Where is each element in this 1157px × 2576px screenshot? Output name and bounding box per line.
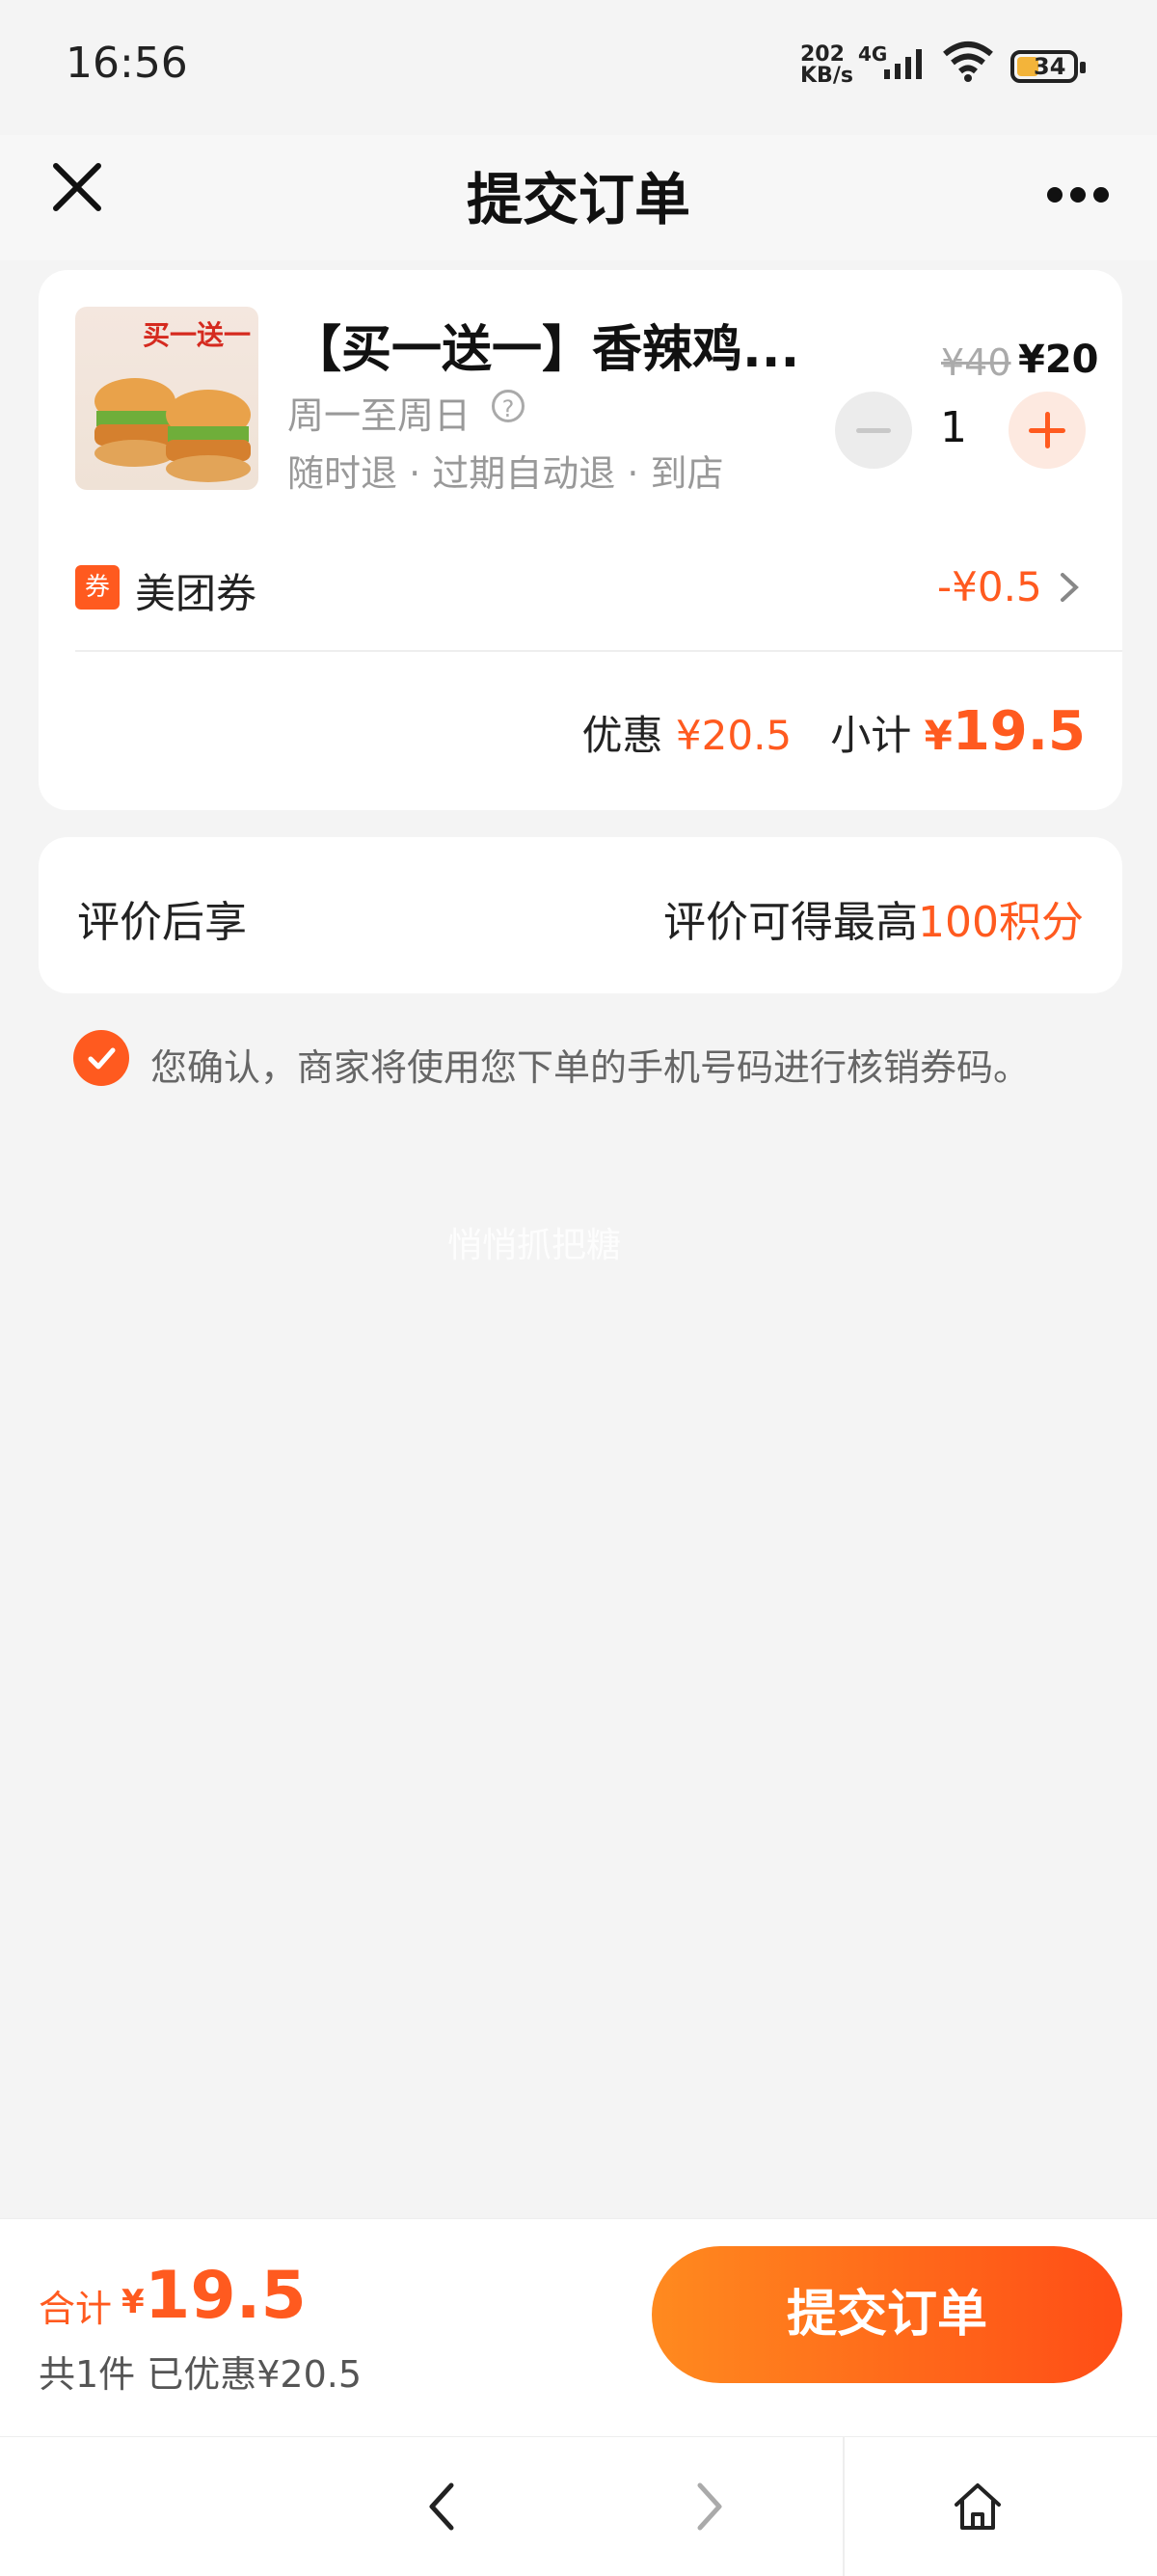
total-currency: ¥	[121, 2283, 145, 2321]
coupon-label[interactable]: 美团券	[135, 561, 256, 620]
more-icon[interactable]	[1047, 185, 1109, 204]
battery-icon: 34	[1010, 50, 1086, 83]
review-label: 评价后享	[77, 898, 247, 947]
chevron-right-icon[interactable]	[1059, 571, 1080, 604]
system-nav-bar	[0, 2436, 1157, 2576]
submit-order-button[interactable]: 提交订单	[652, 2246, 1122, 2383]
product-title[interactable]: 【买一送一】香辣鸡...	[291, 309, 799, 381]
status-time: 16:56	[66, 39, 188, 88]
current-price: ¥20	[1018, 338, 1099, 382]
subtotal-label: 小计	[830, 712, 912, 759]
network-speed-unit: KB/s	[800, 64, 853, 88]
review-reward-prefix: 评价可得最高	[663, 898, 919, 947]
wifi-icon	[943, 41, 993, 82]
coupon-value[interactable]: -¥0.5	[937, 563, 1042, 610]
page-title: 提交订单	[466, 167, 690, 232]
check-icon	[88, 1047, 116, 1070]
total-label: 合计	[39, 2288, 113, 2330]
product-card: 买一送一 【买一送一】香辣鸡... 周一至周日 ? 随时退 · 过期自动退 · …	[39, 270, 1122, 810]
checkout-bar: 合计 ¥ 19.5 共1件 已优惠¥20.5 提交订单	[0, 2218, 1157, 2437]
confirm-checkbox[interactable]	[73, 1030, 129, 1086]
quantity-decrease-button[interactable]	[835, 392, 912, 469]
product-image[interactable]: 买一送一	[75, 307, 258, 490]
signal-icon	[884, 49, 922, 79]
quantity-increase-button[interactable]	[1009, 392, 1086, 469]
divider	[843, 2437, 845, 2576]
subtotal-currency: ¥	[924, 712, 953, 759]
network-speed: 202 KB/s	[800, 44, 853, 87]
review-reward-points: 100积分	[918, 898, 1084, 947]
price-summary: 优惠 ¥20.5 小计 ¥19.5	[582, 700, 1086, 763]
back-icon[interactable]	[424, 2480, 459, 2534]
discount-label: 优惠	[581, 712, 663, 759]
home-icon[interactable]	[951, 2480, 1005, 2534]
battery-level: 34	[1034, 53, 1066, 80]
subtotal-value: 19.5	[952, 700, 1086, 763]
burger-icon	[94, 378, 251, 482]
divider	[75, 650, 1122, 652]
status-bar: 16:56 202 KB/s 4G 34	[0, 0, 1157, 135]
help-icon[interactable]: ?	[492, 390, 525, 422]
total-subtext: 共1件 已优惠¥20.5	[39, 2353, 363, 2396]
nav-bar: 提交订单	[0, 135, 1157, 260]
network-speed-value: 202	[800, 42, 845, 67]
original-price: ¥40	[941, 341, 1011, 384]
product-tags: 随时退 · 过期自动退 · 到店	[287, 452, 724, 495]
confirm-text: 您确认，商家将使用您下单的手机号码进行核销券码。	[150, 1046, 1031, 1089]
review-card: 评价后享 评价可得最高100积分	[39, 837, 1122, 993]
quantity-value: 1	[940, 403, 967, 452]
watermark: 悄悄抓把糖	[447, 1226, 622, 1265]
product-validity: 周一至周日	[287, 394, 471, 437]
forward-icon[interactable]	[692, 2480, 727, 2534]
total-value: 19.5	[145, 2258, 307, 2334]
review-reward: 评价可得最高100积分	[663, 887, 1084, 949]
discount-value: ¥20.5	[675, 712, 793, 759]
coupon-icon: 券	[75, 565, 120, 610]
